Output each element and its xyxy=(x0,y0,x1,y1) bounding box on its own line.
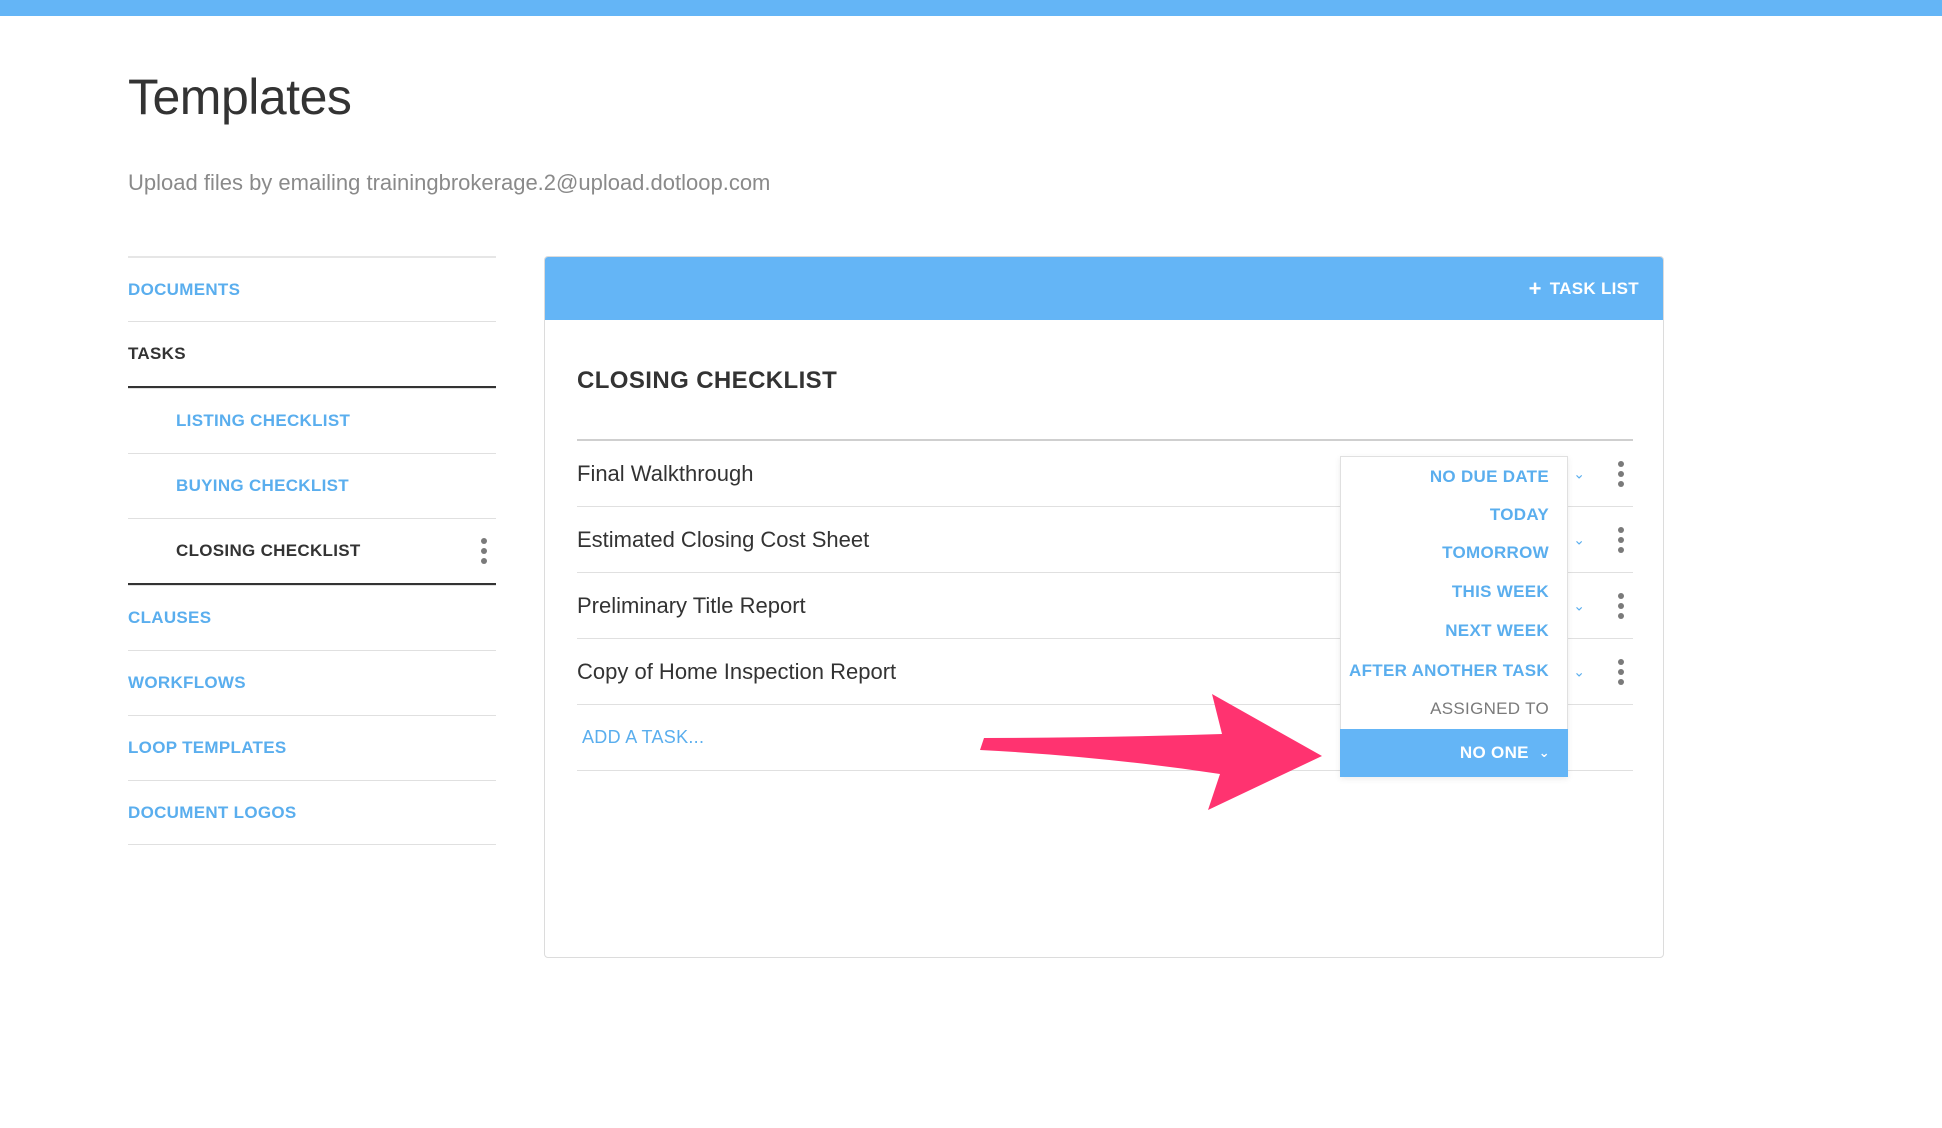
due-date-dropdown: NO DUE DATE TODAY TOMORROW THIS WEEK NEX… xyxy=(1340,456,1568,777)
chevron-down-icon[interactable]: ⌄ xyxy=(1573,465,1585,482)
sidebar-item-documents[interactable]: DOCUMENTS xyxy=(128,256,496,321)
task-name: Final Walkthrough xyxy=(577,460,754,486)
more-options-icon[interactable] xyxy=(1617,592,1625,619)
due-option-no-due-date[interactable]: NO DUE DATE xyxy=(1430,467,1549,487)
sidebar-item-clauses[interactable]: CLAUSES xyxy=(128,585,496,650)
due-option-tomorrow[interactable]: TOMORROW xyxy=(1442,543,1549,563)
sidebar-item-tasks[interactable]: TASKS xyxy=(128,321,496,388)
sidebar-item-listing-checklist[interactable]: LISTING CHECKLIST xyxy=(128,388,496,453)
assignee-value: NO ONE xyxy=(1459,743,1529,762)
task-list-title: CLOSING CHECKLIST xyxy=(577,367,838,394)
sidebar-nav: DOCUMENTS TASKS LISTING CHECKLIST BUYING… xyxy=(128,256,496,845)
add-task-input[interactable] xyxy=(577,727,1182,748)
task-name: Preliminary Title Report xyxy=(577,592,806,618)
top-accent-bar xyxy=(0,0,1942,16)
more-options-icon[interactable] xyxy=(1617,460,1625,487)
assignee-select[interactable]: NO ONE ⌄ xyxy=(1340,729,1568,777)
add-task-list-label: TASK LIST xyxy=(1549,278,1639,298)
due-option-next-week[interactable]: NEXT WEEK xyxy=(1445,621,1549,641)
upload-email-hint: Upload files by emailing trainingbrokera… xyxy=(128,170,771,195)
chevron-down-icon[interactable]: ⌄ xyxy=(1573,597,1585,614)
plus-icon: + xyxy=(1528,275,1542,301)
panel-header: + TASK LIST xyxy=(545,257,1663,320)
sidebar-item-closing-checklist[interactable]: CLOSING CHECKLIST xyxy=(128,518,496,585)
due-option-today[interactable]: TODAY xyxy=(1490,505,1549,525)
sidebar-item-loop-templates[interactable]: LOOP TEMPLATES xyxy=(128,715,496,780)
chevron-down-icon[interactable]: ⌄ xyxy=(1573,663,1585,680)
chevron-down-icon: ⌄ xyxy=(1538,745,1550,760)
due-option-this-week[interactable]: THIS WEEK xyxy=(1452,582,1549,602)
assigned-to-label: ASSIGNED TO xyxy=(1430,699,1549,718)
more-options-icon[interactable] xyxy=(1617,526,1625,553)
more-options-icon[interactable] xyxy=(1617,658,1625,685)
page-title: Templates xyxy=(128,69,352,125)
sidebar-item-label: CLOSING CHECKLIST xyxy=(176,541,361,560)
task-name: Estimated Closing Cost Sheet xyxy=(577,526,870,552)
due-option-after-another-task[interactable]: AFTER ANOTHER TASK xyxy=(1349,661,1549,681)
sidebar-item-buying-checklist[interactable]: BUYING CHECKLIST xyxy=(128,453,496,518)
task-name: Copy of Home Inspection Report xyxy=(577,658,897,684)
more-options-icon[interactable] xyxy=(480,538,488,564)
sidebar-item-workflows[interactable]: WORKFLOWS xyxy=(128,650,496,715)
sidebar-item-document-logos[interactable]: DOCUMENT LOGOS xyxy=(128,780,496,845)
chevron-down-icon[interactable]: ⌄ xyxy=(1573,531,1585,548)
add-task-list-button[interactable]: + TASK LIST xyxy=(1529,257,1639,320)
